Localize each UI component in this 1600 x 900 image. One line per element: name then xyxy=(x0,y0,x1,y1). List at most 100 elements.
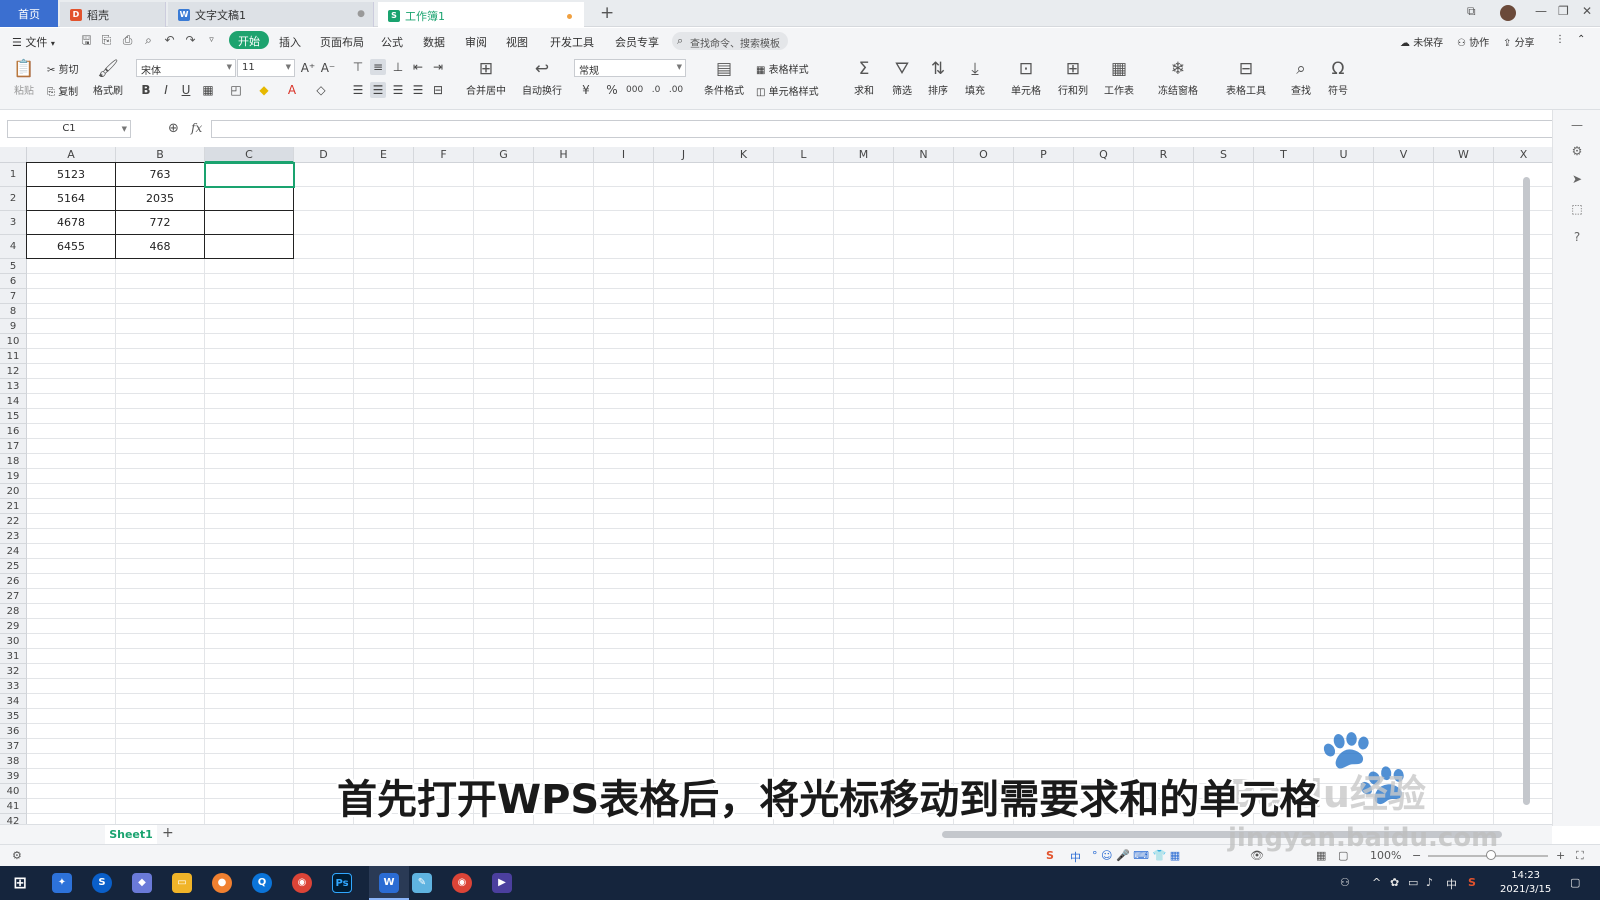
people-icon[interactable]: ⚇ xyxy=(1340,876,1350,889)
decrease-font-icon[interactable]: A⁻ xyxy=(320,60,336,76)
add-sheet-button[interactable]: + xyxy=(162,825,174,841)
clear-format-icon[interactable]: ◇ xyxy=(313,82,329,98)
vertical-scrollbar[interactable] xyxy=(1520,165,1532,805)
row-header-14[interactable]: 14 xyxy=(0,394,27,409)
command-search[interactable]: ⌕ 查找命令、搜索模板 xyxy=(672,32,788,50)
row-header-41[interactable]: 41 xyxy=(0,799,27,814)
cell-c2[interactable] xyxy=(204,186,294,211)
undo-icon[interactable]: ↶ xyxy=(163,34,176,47)
indent-decrease-icon[interactable]: ⇤ xyxy=(410,59,426,75)
distribute-icon[interactable]: ⊟ xyxy=(430,82,446,98)
row-header-2[interactable]: 2 xyxy=(0,187,27,211)
save-icon[interactable]: 🖫 xyxy=(80,34,93,47)
chevron-down-icon[interactable]: ▿ xyxy=(205,34,218,47)
collab-button[interactable]: ⚇ 协作 xyxy=(1457,34,1489,49)
ime-toolbar[interactable]: 中 xyxy=(1070,849,1081,865)
column-header-v[interactable]: V xyxy=(1374,147,1434,163)
column-header-m[interactable]: M xyxy=(834,147,894,163)
thousands-icon[interactable]: 000 xyxy=(626,82,643,98)
tab-workbook[interactable]: S 工作簿1 xyxy=(378,2,584,27)
shape-icon[interactable]: ⬚ xyxy=(1569,202,1585,218)
column-header-l[interactable]: L xyxy=(774,147,834,163)
rows-cols-button[interactable]: ⊞ 行和列 xyxy=(1052,58,1094,97)
row-header-6[interactable]: 6 xyxy=(0,274,27,289)
column-header-j[interactable]: J xyxy=(654,147,714,163)
column-header-a[interactable]: A xyxy=(27,147,116,163)
chrome-icon[interactable]: ◉ xyxy=(292,873,312,893)
tab-review[interactable]: 审阅 xyxy=(465,34,487,50)
decrease-decimal-icon[interactable]: .00 xyxy=(668,82,684,98)
zoom-in-icon[interactable]: + xyxy=(1556,849,1565,862)
currency-icon[interactable]: ¥ xyxy=(578,82,594,98)
copy-button[interactable]: ⎘ 复制 xyxy=(47,83,78,98)
ime-indicator[interactable]: 中 xyxy=(1446,876,1457,892)
notification-icon[interactable]: ▢ xyxy=(1570,876,1580,889)
number-format-select[interactable]: 常规 ▼ xyxy=(574,59,686,77)
active-cell-selection[interactable] xyxy=(204,162,295,188)
row-header-8[interactable]: 8 xyxy=(0,304,27,319)
column-header-s[interactable]: S xyxy=(1194,147,1254,163)
row-header-24[interactable]: 24 xyxy=(0,544,27,559)
tab-formula[interactable]: 公式 xyxy=(381,34,403,50)
tab-page-layout[interactable]: 页面布局 xyxy=(320,34,364,50)
row-header-28[interactable]: 28 xyxy=(0,604,27,619)
network-icon[interactable]: ▭ xyxy=(1408,876,1418,889)
find-button[interactable]: ⌕ 查找 xyxy=(1285,58,1317,97)
row-header-27[interactable]: 27 xyxy=(0,589,27,604)
border-icon[interactable]: ▦ xyxy=(200,82,216,98)
fill-button[interactable]: ⤓ 填充 xyxy=(959,58,991,97)
insert-function-button[interactable]: fx xyxy=(191,121,202,135)
column-header-c[interactable]: C xyxy=(205,147,294,163)
row-header-35[interactable]: 35 xyxy=(0,709,27,724)
avatar[interactable] xyxy=(1500,5,1516,21)
chrome-alt-icon[interactable]: ◉ xyxy=(452,873,472,893)
tray-chevron-icon[interactable]: ^ xyxy=(1372,876,1381,889)
row-header-3[interactable]: 3 xyxy=(0,211,27,235)
justify-icon[interactable]: ☰ xyxy=(410,82,426,98)
print-icon[interactable]: ⎙ xyxy=(121,34,134,47)
tab-document[interactable]: W 文字文稿1 ● xyxy=(168,2,374,27)
italic-icon[interactable]: I xyxy=(158,82,174,98)
table-tools-button[interactable]: ⊟ 表格工具 xyxy=(1220,58,1272,97)
row-header-21[interactable]: 21 xyxy=(0,499,27,514)
increase-decimal-icon[interactable]: .0 xyxy=(648,82,664,98)
row-header-16[interactable]: 16 xyxy=(0,424,27,439)
zoom-formula-icon[interactable]: ⊕ xyxy=(168,121,179,136)
indent-increase-icon[interactable]: ⇥ xyxy=(430,59,446,75)
align-right-icon[interactable]: ☰ xyxy=(390,82,406,98)
align-middle-icon[interactable]: ≡ xyxy=(370,59,386,75)
file-menu[interactable]: ☰ 文件 ▾ xyxy=(12,34,55,50)
row-header-37[interactable]: 37 xyxy=(0,739,27,754)
row-header-4[interactable]: 4 xyxy=(0,235,27,259)
file-explorer-icon[interactable]: ▭ xyxy=(172,873,192,893)
clock[interactable]: 14:23 2021/3/15 xyxy=(1500,869,1551,897)
align-bottom-icon[interactable]: ⊥ xyxy=(390,59,406,75)
cursor-select-icon[interactable]: ➤ xyxy=(1569,172,1585,188)
ime-toolbar-icons[interactable]: ° ☺ 🎤 ⌨ 👕 ▦ xyxy=(1092,849,1180,862)
window-switch-icon[interactable]: ⧉ xyxy=(1467,4,1476,19)
sogou-tray-icon[interactable]: S xyxy=(1468,876,1476,889)
increase-font-icon[interactable]: A⁺ xyxy=(300,60,316,76)
tab-daoke[interactable]: D 稻壳 xyxy=(60,2,166,27)
column-header-b[interactable]: B xyxy=(116,147,205,163)
filter-button[interactable]: ⛛ 筛选 xyxy=(886,58,918,97)
align-center-icon[interactable]: ☰ xyxy=(370,82,386,98)
font-name-select[interactable]: 宋体 ▼ xyxy=(136,59,236,77)
column-header-q[interactable]: Q xyxy=(1074,147,1134,163)
tab-member[interactable]: 会员专享 xyxy=(615,34,659,50)
fill-color-icon[interactable]: ◆ xyxy=(256,82,272,98)
column-header-h[interactable]: H xyxy=(534,147,594,163)
row-header-31[interactable]: 31 xyxy=(0,649,27,664)
row-header-19[interactable]: 19 xyxy=(0,469,27,484)
cell-a3[interactable]: 4678 xyxy=(26,210,116,235)
worksheet-button[interactable]: ▦ 工作表 xyxy=(1098,58,1140,97)
sogou-ime-icon[interactable]: S xyxy=(1046,849,1054,862)
macro-icon[interactable]: ⚙ xyxy=(12,849,22,862)
column-header-x[interactable]: X xyxy=(1494,147,1552,163)
row-header-17[interactable]: 17 xyxy=(0,439,27,454)
new-tab-button[interactable]: + xyxy=(600,3,614,23)
cut-button[interactable]: ✂ 剪切 xyxy=(47,61,79,76)
font-color-icon[interactable]: A xyxy=(284,82,300,98)
row-header-7[interactable]: 7 xyxy=(0,289,27,304)
percent-icon[interactable]: % xyxy=(604,82,620,98)
